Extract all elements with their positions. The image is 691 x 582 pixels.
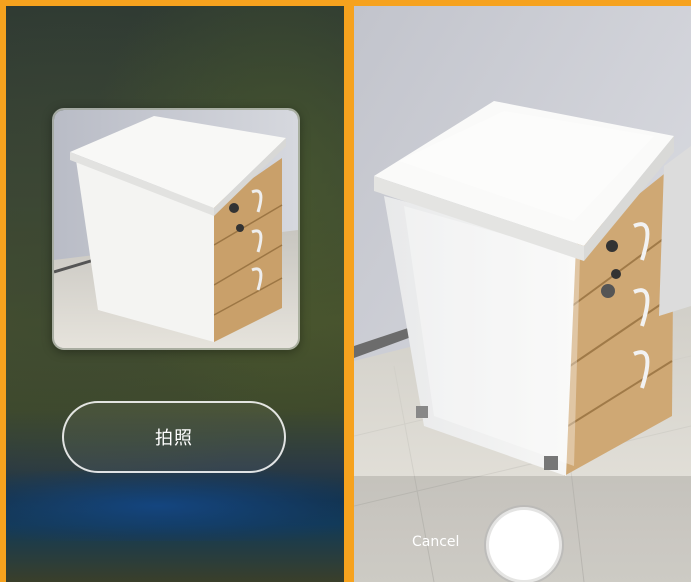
- cabinet-photo: [54, 110, 298, 348]
- capture-button[interactable]: 拍照: [62, 401, 286, 473]
- shutter-button[interactable]: [489, 510, 559, 580]
- capture-button-label: 拍照: [155, 428, 193, 449]
- preview-thumbnail: [52, 108, 300, 350]
- app-root: 拍照 Cancel: [0, 0, 691, 582]
- camera-viewfinder: [354, 6, 691, 582]
- right-screen: Cancel: [354, 6, 691, 582]
- background-blur: [6, 471, 344, 541]
- left-screen: 拍照: [6, 6, 344, 582]
- cancel-button[interactable]: Cancel: [412, 534, 459, 550]
